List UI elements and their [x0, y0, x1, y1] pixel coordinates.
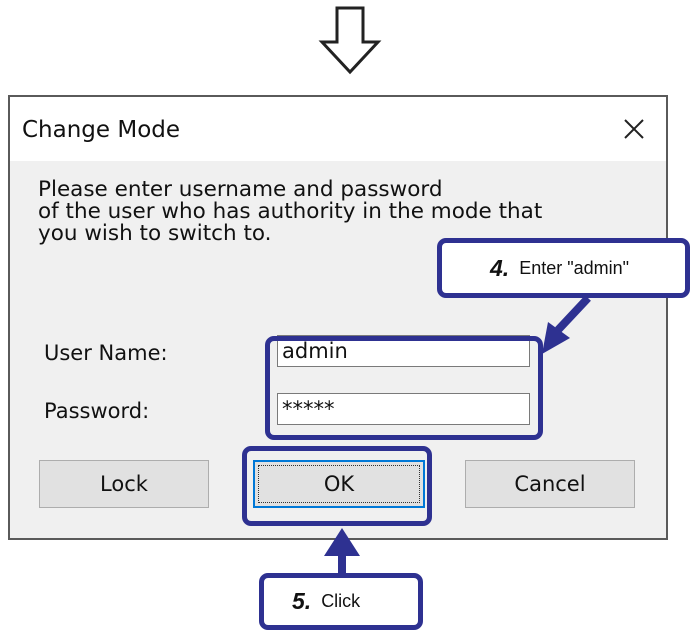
- close-icon: [624, 119, 644, 139]
- lock-button-label: Lock: [100, 472, 148, 496]
- user-name-label: User Name:: [44, 341, 168, 365]
- step5-number: 5.: [292, 588, 312, 614]
- instruction-text: Please enter username and password of th…: [38, 177, 543, 246]
- close-button[interactable]: [616, 111, 652, 147]
- step4-text: Enter "admin": [519, 257, 630, 278]
- lock-button[interactable]: Lock: [39, 460, 209, 508]
- inputs-highlight-frame: [265, 336, 543, 440]
- password-label: Password:: [44, 399, 150, 423]
- cancel-button-label: Cancel: [514, 472, 586, 496]
- step5-callout: 5. Click: [259, 573, 423, 630]
- dialog-title: Change Mode: [22, 117, 181, 143]
- down-arrow-icon: [318, 6, 382, 75]
- step4-callout: 4. Enter "admin": [437, 238, 690, 298]
- title-bar: Change Mode: [10, 97, 666, 161]
- step4-number: 4.: [490, 254, 510, 281]
- ok-highlight-frame: [242, 446, 432, 526]
- cancel-button[interactable]: Cancel: [465, 460, 635, 508]
- step5-text: Click: [321, 591, 361, 611]
